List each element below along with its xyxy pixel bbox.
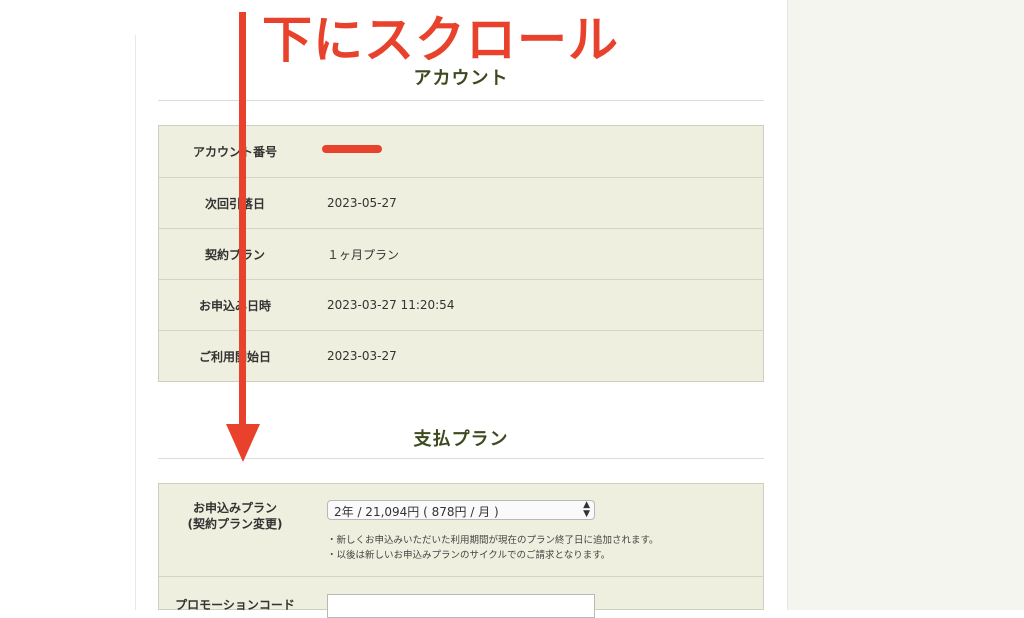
scroll-down-arrow-icon (226, 12, 260, 462)
scroll-down-caption: 下にスクロール (262, 11, 619, 69)
